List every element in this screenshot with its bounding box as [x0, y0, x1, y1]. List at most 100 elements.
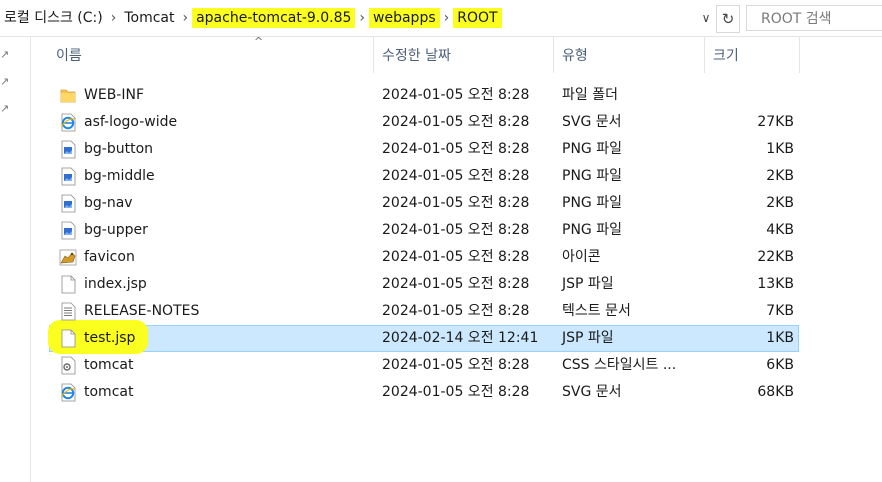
column-header-date-label: 수정한 날짜	[382, 48, 451, 64]
file-size: 27KB	[757, 114, 794, 130]
refresh-icon: ↻	[721, 10, 735, 28]
folder-icon	[59, 86, 77, 105]
file-type: CSS 스타일시트 ...	[562, 357, 677, 373]
file-row[interactable]: tomcat 2024-01-05 오전 8:28 SVG 문서 68KB	[49, 379, 799, 406]
file-date: 2024-01-05 오전 8:28	[382, 114, 530, 130]
refresh-button[interactable]: ↻	[716, 5, 740, 33]
column-header-type-label: 유형	[562, 48, 588, 64]
file-type: 텍스트 문서	[562, 303, 631, 319]
search-box[interactable]	[746, 5, 882, 31]
file-date: 2024-01-05 오전 8:28	[382, 195, 530, 211]
file-date: 2024-01-05 오전 8:28	[382, 141, 530, 157]
column-header-size[interactable]: 크기	[705, 37, 800, 73]
file-date: 2024-01-05 오전 8:28	[382, 276, 530, 292]
file-size: 6KB	[766, 357, 794, 373]
file-date: 2024-01-05 오전 8:28	[382, 357, 530, 373]
file-date: 2024-01-05 오전 8:28	[382, 168, 530, 184]
file-name: favicon	[84, 249, 135, 265]
column-header-size-label: 크기	[713, 48, 739, 64]
file-size: 13KB	[757, 276, 794, 292]
image-file-icon	[59, 167, 77, 186]
ie-document-icon	[59, 383, 77, 402]
breadcrumb-item[interactable]: apache-tomcat-9.0.85	[192, 8, 356, 28]
file-name: index.jsp	[84, 276, 147, 292]
address-bar: 로컬 디스크 (C:) › Tomcat › apache-tomcat-9.0.85 ›…	[0, 0, 882, 37]
column-header-type[interactable]: 유형	[554, 37, 705, 73]
file-name: WEB-INF	[84, 87, 144, 103]
tomcat-icon	[59, 248, 77, 267]
file-type: PNG 파일	[562, 222, 622, 238]
file-type: SVG 문서	[562, 114, 622, 130]
file-name: RELEASE-NOTES	[84, 303, 200, 319]
file-row[interactable]: bg-button 2024-01-05 오전 8:28 PNG 파일 1KB	[49, 136, 799, 163]
breadcrumb-item[interactable]: 로컬 디스크 (C:)	[0, 8, 107, 28]
column-header-name-label: 이름	[56, 48, 82, 64]
image-file-icon	[59, 140, 77, 159]
navigation-pane[interactable]: ↗ ↗ ↗	[0, 37, 31, 482]
image-file-icon	[59, 194, 77, 213]
breadcrumb-item[interactable]: Tomcat	[120, 8, 178, 28]
file-size: 7KB	[766, 303, 794, 319]
file-type: 파일 폴더	[562, 87, 618, 103]
column-header-date[interactable]: 수정한 날짜	[374, 37, 554, 73]
pin-icon: ↗	[0, 48, 10, 61]
file-type: JSP 파일	[562, 276, 614, 292]
file-size: 1KB	[766, 141, 794, 157]
image-file-icon	[59, 221, 77, 240]
file-row[interactable]: test.jsp 2024-02-14 오전 12:41 JSP 파일 1KB	[48, 320, 799, 354]
breadcrumb-separator-icon[interactable]: ›	[440, 10, 454, 26]
file-type: PNG 파일	[562, 168, 622, 184]
file-date: 2024-01-05 오전 8:28	[382, 87, 530, 103]
column-header-name[interactable]: ^ 이름	[48, 35, 374, 73]
file-row[interactable]: RELEASE-NOTES 2024-01-05 오전 8:28 텍스트 문서 7KB	[49, 298, 799, 325]
breadcrumb: 로컬 디스크 (C:) › Tomcat › apache-tomcat-9.0.85 ›…	[0, 0, 502, 36]
pin-icon: ↗	[0, 102, 10, 115]
blank-file-icon	[59, 275, 77, 294]
text-file-icon	[59, 302, 77, 321]
file-name: test.jsp	[84, 330, 136, 346]
ie-document-icon	[59, 113, 77, 132]
breadcrumb-separator-icon[interactable]: ›	[178, 10, 192, 26]
chevron-down-icon: ∨	[701, 11, 711, 25]
file-type: PNG 파일	[562, 195, 622, 211]
file-name: tomcat	[84, 357, 134, 373]
file-row[interactable]: bg-middle 2024-01-05 오전 8:28 PNG 파일 2KB	[49, 163, 799, 190]
file-size: 4KB	[766, 222, 794, 238]
file-size: 1KB	[766, 330, 794, 346]
sort-ascending-icon: ^	[254, 35, 264, 48]
file-type: JSP 파일	[562, 330, 614, 346]
file-date: 2024-01-05 오전 8:28	[382, 249, 530, 265]
breadcrumb-separator-icon[interactable]: ›	[107, 10, 121, 26]
file-size: 2KB	[766, 195, 794, 211]
file-row[interactable]: favicon 2024-01-05 오전 8:28 아이콘 22KB	[49, 244, 799, 271]
file-row[interactable]: asf-logo-wide 2024-01-05 오전 8:28 SVG 문서 27K…	[49, 109, 799, 136]
file-date: 2024-01-05 오전 8:28	[382, 303, 530, 319]
file-row[interactable]: bg-upper 2024-01-05 오전 8:28 PNG 파일 4KB	[49, 217, 799, 244]
file-size: 68KB	[757, 384, 794, 400]
pin-icon: ↗	[0, 75, 10, 88]
file-name: asf-logo-wide	[84, 114, 178, 130]
breadcrumb-item[interactable]: ROOT	[453, 8, 502, 28]
file-date: 2024-02-14 오전 12:41	[382, 330, 539, 346]
file-date: 2024-01-05 오전 8:28	[382, 222, 530, 238]
file-row[interactable]: index.jsp 2024-01-05 오전 8:28 JSP 파일 13KB	[49, 271, 799, 298]
file-size: 22KB	[757, 249, 794, 265]
blank-file-icon	[59, 329, 77, 348]
address-history-dropdown[interactable]: ∨	[696, 8, 716, 28]
file-type: SVG 문서	[562, 384, 622, 400]
css-file-icon	[59, 356, 77, 375]
file-row[interactable]: tomcat 2024-01-05 오전 8:28 CSS 스타일시트 ... 6KB	[49, 352, 799, 379]
search-input[interactable]	[759, 7, 882, 31]
file-row[interactable]: WEB-INF 2024-01-05 오전 8:28 파일 폴더	[49, 82, 799, 109]
file-name: bg-middle	[84, 168, 155, 184]
file-size: 2KB	[766, 168, 794, 184]
breadcrumb-item[interactable]: webapps	[369, 8, 440, 28]
breadcrumb-separator-icon[interactable]: ›	[355, 10, 369, 26]
file-date: 2024-01-05 오전 8:28	[382, 384, 530, 400]
file-name: bg-nav	[84, 195, 133, 211]
file-name: bg-upper	[84, 222, 148, 238]
file-name: bg-button	[84, 141, 154, 157]
file-type: 아이콘	[562, 249, 601, 265]
file-row[interactable]: bg-nav 2024-01-05 오전 8:28 PNG 파일 2KB	[49, 190, 799, 217]
file-type: PNG 파일	[562, 141, 622, 157]
